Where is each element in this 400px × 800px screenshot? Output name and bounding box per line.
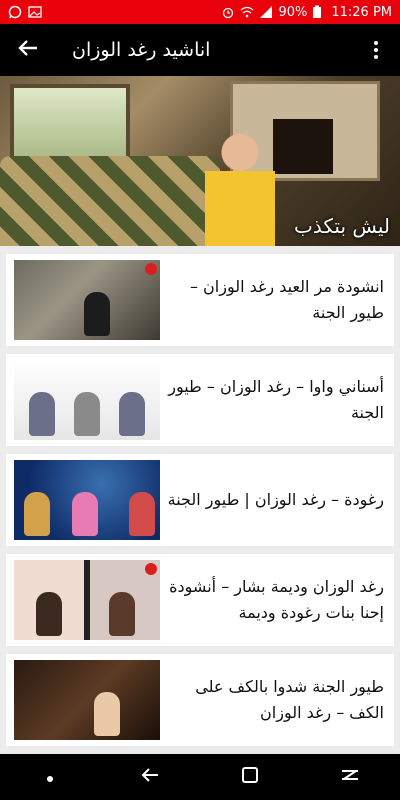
video-title: انشودة مر العيد رغد الوزان –طيور الجنة [189,277,384,322]
image-icon [28,5,42,19]
back-icon [140,765,160,789]
system-nav-bar [0,754,400,800]
status-bar: 90% 11:26 PM [0,0,400,24]
featured-video-caption: ليش بتكذب [294,214,390,238]
overflow-menu-button[interactable] [364,34,388,66]
more-vert-icon [374,41,378,45]
alarm-icon [221,5,235,19]
battery-percent: 90% [278,4,308,20]
recents-icon [241,766,259,788]
video-thumbnail [14,260,160,340]
nav-recents-button[interactable] [220,757,280,797]
dot-icon [46,768,54,787]
featured-video[interactable]: ليش بتكذب [0,76,400,246]
video-thumbnail [14,360,160,440]
wifi-icon [240,5,254,19]
video-thumbnail [14,560,160,640]
back-arrow-icon [17,37,39,63]
video-item[interactable]: طيور الجنة شدوا بالكف على الكف – رغد الو… [6,654,394,746]
video-list: انشودة مر العيد رغد الوزان –طيور الجنة أ… [0,246,400,746]
clock: 11:26 PM [331,4,392,20]
video-item[interactable]: انشودة مر العيد رغد الوزان –طيور الجنة [6,254,394,346]
video-item[interactable]: أسناني واوا – رغد الوزان – طيور الجنة [6,354,394,446]
video-title: طيور الجنة شدوا بالكف على الكف – رغد الو… [195,677,384,722]
video-title: رغد الوزان وديمة بشار – أنشودة إحنا بنات… [169,577,384,622]
nav-back-button[interactable] [120,757,180,797]
back-button[interactable] [12,34,44,66]
whatsapp-icon [8,5,22,19]
signal-icon [259,5,273,19]
video-item[interactable]: رغودة – رغد الوزان | طيور الجنة [6,454,394,546]
home-icon [340,765,360,789]
battery-icon [312,5,326,19]
page-title: اناشيد رغد الوزان [72,39,211,61]
app-bar: اناشيد رغد الوزان [0,24,400,76]
video-thumbnail [14,460,160,540]
video-item[interactable]: رغد الوزان وديمة بشار – أنشودة إحنا بنات… [6,554,394,646]
video-title: رغودة – رغد الوزان | طيور الجنة [167,490,384,509]
video-thumbnail [14,660,160,740]
video-title: أسناني واوا – رغد الوزان – طيور الجنة [168,377,384,422]
status-right-icons: 90% 11:26 PM [221,5,392,20]
status-left-icons [8,5,42,19]
nav-dot-button[interactable] [20,757,80,797]
nav-home-button[interactable] [320,757,380,797]
main-content: ليش بتكذب انشودة مر العيد رغد الوزان –طي… [0,76,400,754]
